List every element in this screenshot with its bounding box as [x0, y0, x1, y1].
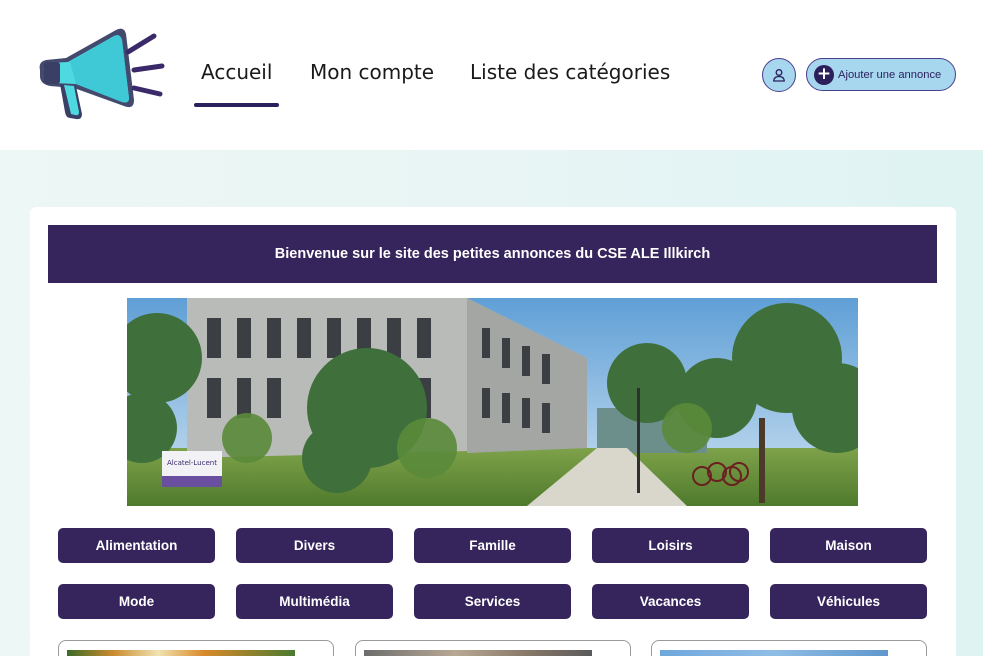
category-alimentation-button[interactable]: Alimentation: [58, 528, 215, 563]
site-header: Accueil Mon compte Liste des catégories …: [0, 0, 983, 150]
nav-item-liste-categories[interactable]: Liste des catégories: [470, 60, 670, 84]
user-account-button[interactable]: [762, 58, 796, 92]
listing-thumbnail: [364, 650, 592, 656]
category-multimedia-button[interactable]: Multimédia: [236, 584, 393, 619]
listing-card[interactable]: [355, 640, 631, 656]
building-photo-image: Alcatel-Lucent: [127, 298, 858, 506]
plus-circle-icon: +: [814, 64, 834, 85]
building-photo: Alcatel-Lucent: [127, 298, 858, 506]
photo-sign-text: Alcatel-Lucent: [167, 459, 217, 467]
welcome-title: Bienvenue sur le site des petites annonc…: [274, 246, 711, 262]
add-listing-label: Ajouter une annonce: [838, 68, 942, 81]
user-icon: [773, 69, 785, 82]
category-services-button[interactable]: Services: [414, 584, 571, 619]
category-loisirs-button[interactable]: Loisirs: [592, 528, 749, 563]
listing-card[interactable]: [58, 640, 334, 656]
add-listing-button[interactable]: + Ajouter une annonce: [806, 58, 956, 91]
category-maison-button[interactable]: Maison: [770, 528, 927, 563]
category-famille-button[interactable]: Famille: [414, 528, 571, 563]
listing-thumbnail: [67, 650, 295, 656]
listing-thumbnail: [660, 650, 888, 656]
category-mode-button[interactable]: Mode: [58, 584, 215, 619]
category-vehicules-button[interactable]: Véhicules: [770, 584, 927, 619]
megaphone-logo-icon[interactable]: [30, 22, 170, 127]
nav-item-accueil[interactable]: Accueil: [193, 60, 280, 107]
category-vacances-button[interactable]: Vacances: [592, 584, 749, 619]
welcome-banner: Bienvenue sur le site des petites annonc…: [48, 225, 937, 283]
category-divers-button[interactable]: Divers: [236, 528, 393, 563]
nav-item-mon-compte[interactable]: Mon compte: [310, 60, 434, 84]
listing-card[interactable]: [651, 640, 927, 656]
